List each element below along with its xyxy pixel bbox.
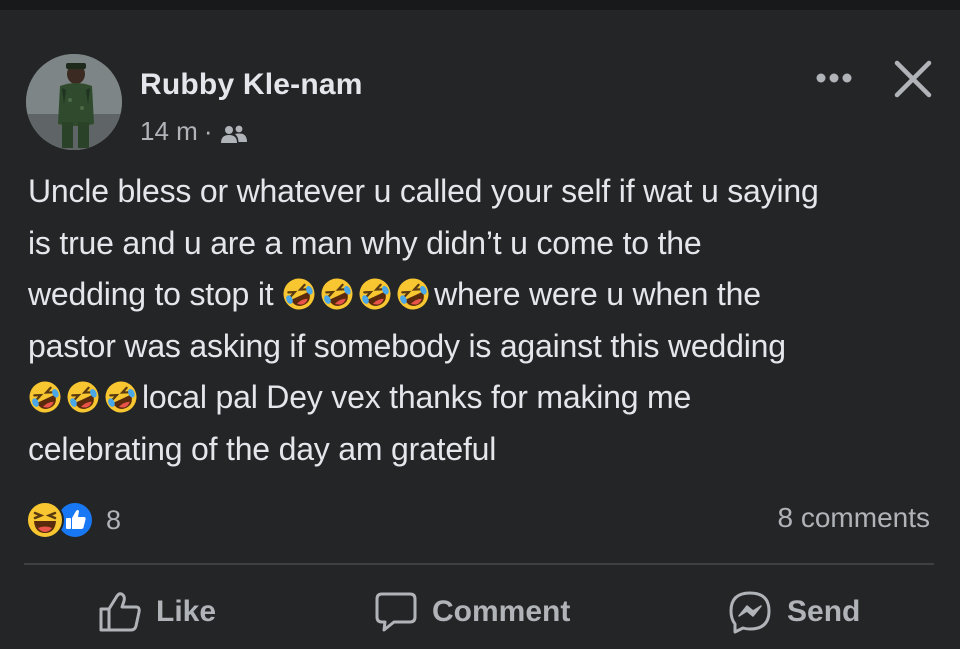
author-name[interactable]: Rubby Kle-nam: [140, 68, 363, 102]
messenger-icon: [729, 591, 771, 634]
post-text-segment: pastor was asking if somebody is against…: [28, 327, 786, 364]
meta-separator: ·: [203, 116, 213, 146]
post-meta: 14 m ·: [140, 116, 248, 147]
post-text: Uncle bless or whatever u called your se…: [28, 166, 933, 475]
post-text-line: pastor was asking if somebody is against…: [28, 321, 933, 373]
comment-icon: [375, 592, 417, 632]
post-text-line: celebrating of the day am grateful: [28, 424, 933, 476]
post-text-line: local pal Dey vex thanks for making me: [28, 372, 933, 424]
rolling-on-floor-laughing-emoji-icon: [396, 275, 430, 310]
haha-reaction-icon: [26, 501, 64, 539]
close-button[interactable]: [888, 54, 938, 104]
post-text-segment: Uncle bless or whatever u called your se…: [28, 173, 819, 209]
rolling-on-floor-laughing-emoji-icon: [28, 378, 62, 413]
rolling-on-floor-laughing-emoji-icon: [104, 378, 138, 413]
post-text-line: is true and u are a man why didn’t u com…: [28, 218, 933, 270]
avatar[interactable]: [26, 54, 122, 150]
more-options-icon: [816, 73, 852, 83]
top-bar: [0, 0, 960, 10]
post-text-segment: celebrating of the day am grateful: [28, 430, 497, 467]
rolling-on-floor-laughing-emoji-icon: [282, 275, 316, 310]
rolling-on-floor-laughing-emoji-icon: [66, 378, 100, 413]
reactions-summary[interactable]: 8: [26, 500, 121, 540]
more-options-button[interactable]: [806, 58, 862, 98]
like-icon: [99, 592, 141, 632]
rolling-on-floor-laughing-emoji-icon: [320, 275, 354, 310]
rolling-on-floor-laughing-emoji-icon: [358, 275, 392, 310]
send-button[interactable]: Send: [727, 585, 860, 639]
post-text-line: Uncle bless or whatever u called your se…: [28, 166, 933, 218]
close-icon: [894, 60, 932, 98]
post-text-segment: wedding to stop it: [28, 276, 283, 312]
comments-count[interactable]: 8 comments: [778, 502, 931, 534]
send-label: Send: [787, 595, 861, 628]
comment-label: Comment: [432, 595, 571, 628]
post-text-segment: is true and u are a man why didn’t u com…: [28, 224, 702, 261]
like-label: Like: [156, 595, 217, 628]
post-text-segment: where were u when the: [434, 276, 761, 312]
post-text-segment: local pal Dey vex thanks for making me: [142, 379, 692, 415]
post-time[interactable]: 14 m: [140, 116, 198, 147]
like-button[interactable]: Like: [98, 585, 216, 639]
comment-button[interactable]: Comment: [374, 585, 570, 639]
reaction-count: 8: [106, 504, 122, 535]
divider: [24, 563, 934, 565]
friends-icon[interactable]: [220, 122, 248, 144]
post-text-line: wedding to stop it where were u when the: [28, 269, 933, 321]
